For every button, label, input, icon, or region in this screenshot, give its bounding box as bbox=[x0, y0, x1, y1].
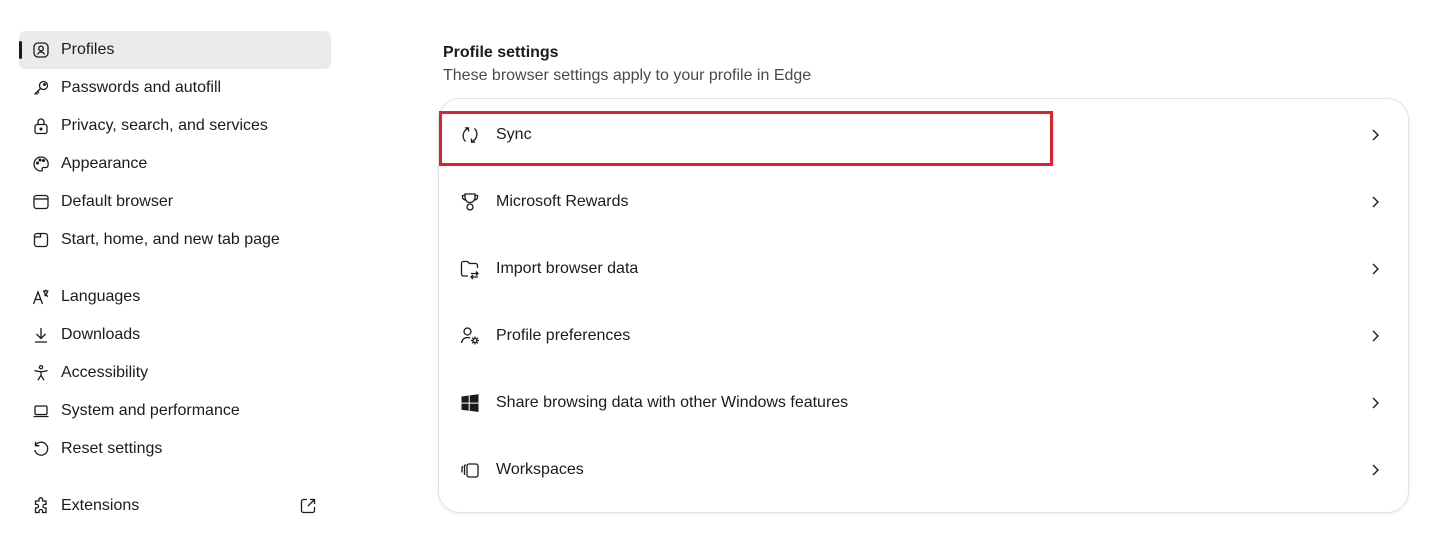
download-icon bbox=[32, 326, 50, 344]
settings-row-profile-preferences[interactable]: Profile preferences bbox=[439, 308, 1408, 364]
settings-main: Profile settings These browser settings … bbox=[443, 43, 811, 87]
profile-icon bbox=[32, 41, 50, 59]
sidebar-item-reset[interactable]: Reset settings bbox=[19, 430, 331, 468]
laptop-icon bbox=[32, 402, 50, 420]
sidebar-item-label: Default browser bbox=[61, 193, 174, 210]
sidebar-item-accessibility[interactable]: Accessibility bbox=[19, 354, 331, 392]
settings-row-rewards[interactable]: Microsoft Rewards bbox=[439, 174, 1408, 230]
profile-settings-card: Sync Microsoft Rewards Import browser da… bbox=[438, 98, 1409, 513]
external-link-icon[interactable] bbox=[299, 497, 317, 515]
language-icon bbox=[32, 288, 50, 306]
browser-window-icon bbox=[32, 193, 50, 211]
chevron-right-icon bbox=[1368, 195, 1382, 209]
row-label: Workspaces bbox=[496, 461, 584, 478]
chevron-right-icon bbox=[1368, 396, 1382, 410]
sidebar-item-privacy[interactable]: Privacy, search, and services bbox=[19, 107, 331, 145]
sidebar-item-label: Reset settings bbox=[61, 440, 163, 457]
sidebar-item-languages[interactable]: Languages bbox=[19, 278, 331, 316]
sidebar-item-label: Start, home, and new tab page bbox=[61, 231, 280, 248]
settings-row-workspaces[interactable]: Workspaces bbox=[439, 442, 1408, 498]
chevron-right-icon bbox=[1368, 128, 1382, 142]
page-title: Profile settings bbox=[443, 44, 559, 61]
row-label: Sync bbox=[496, 126, 532, 143]
row-label: Microsoft Rewards bbox=[496, 193, 629, 210]
lock-icon bbox=[32, 117, 50, 135]
key-icon bbox=[32, 79, 50, 97]
sidebar-item-default-browser[interactable]: Default browser bbox=[19, 183, 331, 221]
sidebar-item-label: Downloads bbox=[61, 326, 141, 343]
import-icon bbox=[459, 258, 481, 280]
workspaces-icon bbox=[459, 459, 481, 481]
row-label: Share browsing data with other Windows f… bbox=[496, 394, 849, 411]
row-label: Profile preferences bbox=[496, 327, 631, 344]
settings-row-import[interactable]: Import browser data bbox=[439, 241, 1408, 297]
windows-icon bbox=[459, 392, 481, 414]
profile-settings-icon bbox=[459, 325, 481, 347]
row-label: Import browser data bbox=[496, 260, 639, 277]
sidebar-item-label: System and performance bbox=[61, 402, 240, 419]
sidebar-item-label: Languages bbox=[61, 288, 141, 305]
sidebar-item-downloads[interactable]: Downloads bbox=[19, 316, 331, 354]
chevron-right-icon bbox=[1368, 329, 1382, 343]
sidebar-item-label: Passwords and autofill bbox=[61, 79, 222, 96]
sidebar-item-system[interactable]: System and performance bbox=[19, 392, 331, 430]
sidebar-item-profiles[interactable]: Profiles bbox=[19, 31, 331, 69]
puzzle-icon bbox=[32, 497, 50, 515]
chevron-right-icon bbox=[1368, 463, 1382, 477]
sync-icon bbox=[459, 124, 481, 146]
settings-row-sync[interactable]: Sync bbox=[439, 107, 1408, 163]
sidebar-item-label: Extensions bbox=[61, 497, 140, 514]
sidebar-item-passwords[interactable]: Passwords and autofill bbox=[19, 69, 331, 107]
tab-page-icon bbox=[32, 231, 50, 249]
trophy-icon bbox=[459, 191, 481, 213]
sidebar-item-label: Appearance bbox=[61, 155, 148, 172]
accessibility-icon bbox=[32, 364, 50, 382]
sidebar-item-appearance[interactable]: Appearance bbox=[19, 145, 331, 183]
settings-sidebar: Profiles Passwords and autofill Privacy,… bbox=[19, 31, 331, 525]
sidebar-item-label: Profiles bbox=[61, 41, 115, 58]
reset-icon bbox=[32, 440, 50, 458]
palette-icon bbox=[32, 155, 50, 173]
sidebar-item-label: Accessibility bbox=[61, 364, 149, 381]
sidebar-item-extensions[interactable]: Extensions bbox=[19, 487, 331, 525]
page-subtitle: These browser settings apply to your pro… bbox=[443, 67, 812, 84]
chevron-right-icon bbox=[1368, 262, 1382, 276]
settings-row-share-windows[interactable]: Share browsing data with other Windows f… bbox=[439, 375, 1408, 431]
sidebar-item-label: Privacy, search, and services bbox=[61, 117, 268, 134]
sidebar-item-start-home[interactable]: Start, home, and new tab page bbox=[19, 221, 331, 259]
